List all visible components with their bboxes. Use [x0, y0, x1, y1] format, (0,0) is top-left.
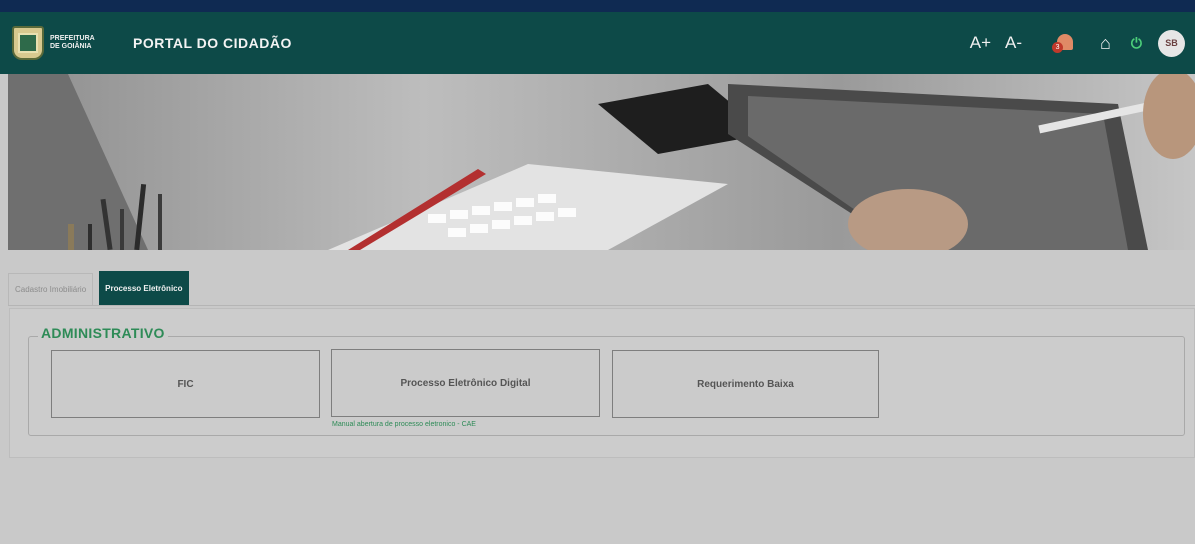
avatar[interactable]: SB — [1158, 29, 1185, 57]
processo-eletronico-digital-card-button[interactable]: Processo Eletrônico Digital — [331, 349, 600, 417]
browser-top-strip — [0, 0, 1195, 12]
navbar-actions: A+ A- 3 ⌂ ⏻ SB — [970, 29, 1185, 57]
page-title: PORTAL DO CIDADÃO — [133, 35, 292, 51]
logo-text: PREFEITURA DE GOIÂNIA — [50, 35, 95, 50]
font-decrease-button[interactable]: A- — [1005, 33, 1022, 53]
tab-divider — [8, 305, 1195, 306]
crest-icon — [12, 26, 44, 60]
notification-badge: 3 — [1052, 42, 1064, 53]
requerimento-baixa-card-button[interactable]: Requerimento Baixa — [612, 350, 879, 418]
manual-cae-link[interactable]: Manual abertura de processo eletronico -… — [332, 421, 476, 428]
top-navbar: PREFEITURA DE GOIÂNIA PORTAL DO CIDADÃO … — [0, 12, 1195, 74]
home-icon[interactable]: ⌂ — [1100, 33, 1111, 54]
section-legend: ADMINISTRATIVO — [38, 325, 168, 341]
power-icon[interactable]: ⏻ — [1131, 35, 1142, 52]
hero-banner-image — [8, 74, 1195, 250]
prefeitura-logo[interactable]: PREFEITURA DE GOIÂNIA — [12, 26, 105, 60]
font-increase-button[interactable]: A+ — [970, 33, 991, 53]
notification-bell-icon[interactable]: 3 — [1052, 32, 1076, 54]
tab-processo-eletronico[interactable]: Processo Eletrônico — [99, 271, 189, 305]
tab-cadastro-imobiliario[interactable]: Cadastro Imobiliário — [8, 273, 94, 305]
fic-card-button[interactable]: FIC — [51, 350, 320, 418]
tab-bar: Cadastro Imobiliário Processo Eletrônico — [8, 270, 189, 305]
